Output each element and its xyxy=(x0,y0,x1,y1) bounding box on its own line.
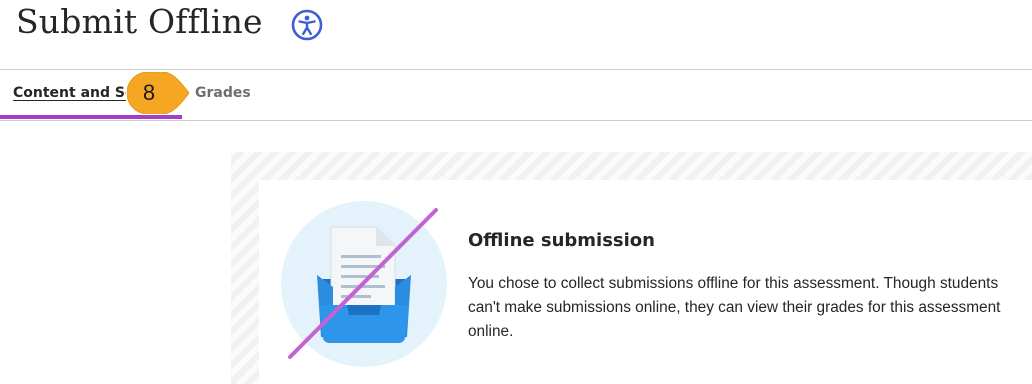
active-tab-indicator xyxy=(0,115,182,119)
step-badge: 8 xyxy=(127,72,189,114)
offline-notice-body: You chose to collect submissions offline… xyxy=(468,275,1001,340)
tab-content-and-settings[interactable]: Content and Settings xyxy=(13,84,126,102)
accessibility-icon[interactable] xyxy=(291,9,323,41)
step-badge-number: 8 xyxy=(142,80,156,105)
offline-notice-title: Offline submission xyxy=(468,230,655,251)
tabs-divider xyxy=(0,120,1032,121)
tab-grades[interactable]: Grades xyxy=(195,84,251,102)
page-title: Submit Offline xyxy=(16,2,263,41)
inbox-document-icon xyxy=(281,201,447,367)
